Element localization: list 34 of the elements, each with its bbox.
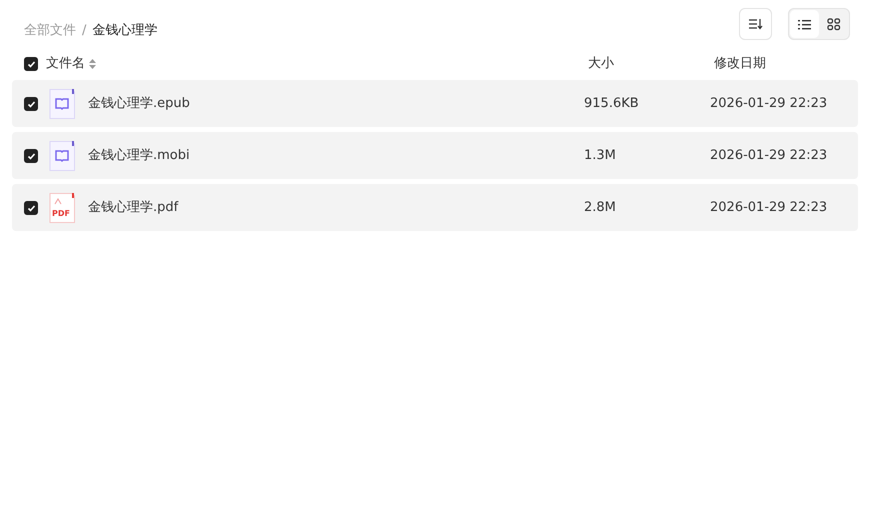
- sort-button[interactable]: [739, 8, 772, 40]
- modified-date: 2026-01-29 22:23: [710, 94, 828, 113]
- column-header: 大小: [588, 56, 614, 72]
- file-size: 1.3M: [584, 148, 616, 163]
- check-icon: [26, 204, 36, 212]
- file-row[interactable]: 金钱心理学.epub 915.6KB 2026-01-29 22:23: [12, 80, 858, 127]
- grid-icon: [826, 18, 840, 30]
- file-size: 2.8M: [584, 200, 616, 215]
- file-size: 915.6KB: [584, 96, 639, 111]
- column-header[interactable]: 文件名: [46, 54, 96, 74]
- file-name: 金钱心理学.pdf: [88, 198, 178, 217]
- file-row[interactable]: 金钱心理学.mobi 1.3M 2026-01-29 22:23: [12, 132, 858, 179]
- checkbox[interactable]: [24, 200, 38, 214]
- sort-icon: [748, 18, 763, 30]
- breadcrumb-separator: /: [82, 22, 86, 40]
- file-name: 金钱心理学.epub: [88, 94, 190, 113]
- ebook-file-icon: [49, 88, 75, 118]
- check-icon: [26, 152, 36, 160]
- sort-icon: [89, 58, 96, 69]
- file-name: 金钱心理学.mobi: [88, 146, 190, 165]
- ebook-file-icon: [49, 140, 75, 170]
- checkbox[interactable]: [24, 148, 38, 162]
- checkbox[interactable]: [24, 96, 38, 110]
- breadcrumb-current: 金钱心理学: [92, 22, 158, 40]
- modified-date: 2026-01-29 22:23: [710, 146, 828, 165]
- list-icon: [798, 18, 811, 30]
- check-icon: [26, 100, 36, 108]
- column-header: 修改日期: [714, 56, 766, 72]
- pdf-label: PDF: [52, 210, 70, 218]
- list-view-button[interactable]: [790, 10, 819, 38]
- modified-date: 2026-01-29 22:23: [710, 198, 828, 217]
- checkbox[interactable]: [24, 57, 38, 71]
- file-row[interactable]: PDF 金钱心理学.pdf 2.8M 2026-01-29 22:23: [12, 184, 858, 231]
- check-icon: [26, 60, 36, 68]
